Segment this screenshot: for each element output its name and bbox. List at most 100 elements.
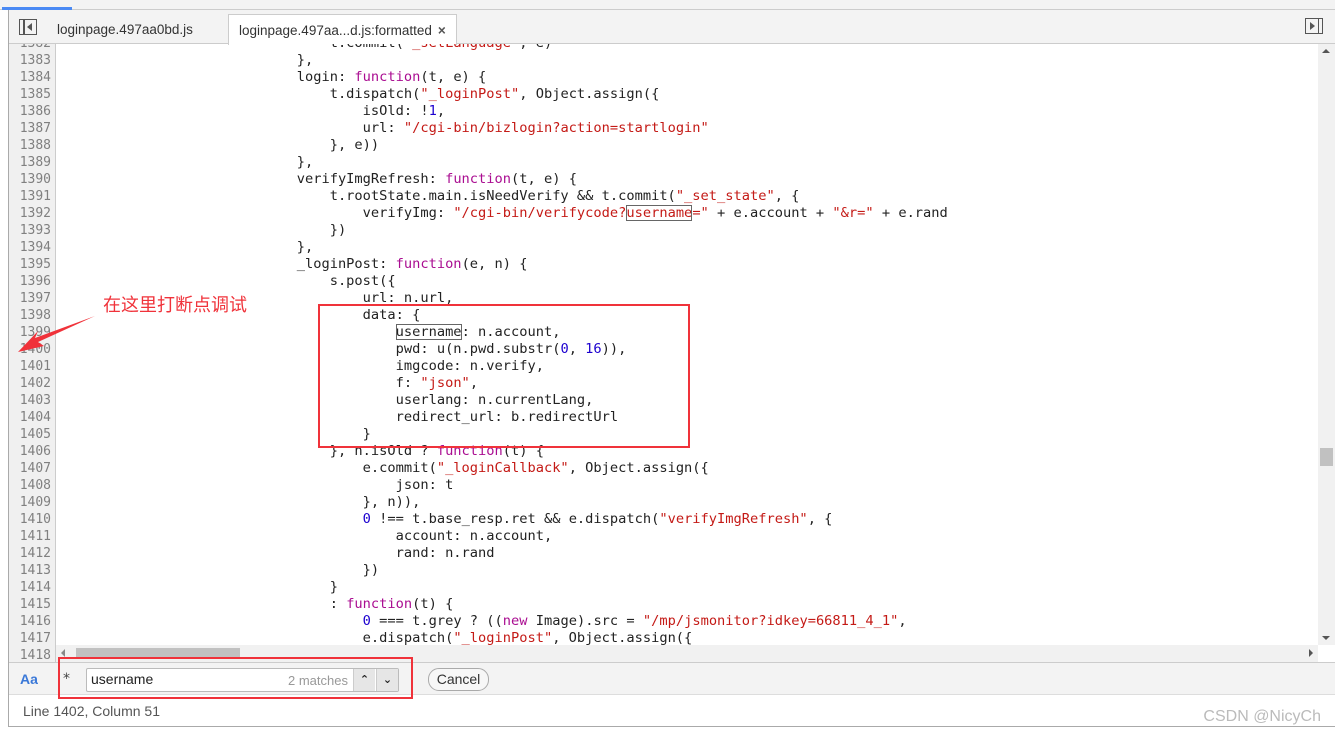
browser-top-strip	[0, 0, 1335, 10]
annotation-text: 在这里打断点调试	[103, 295, 247, 316]
code-line: 1413 })	[9, 562, 1335, 579]
code-token: e.commit(	[66, 460, 437, 476]
code-text: t.dispatch("_loginPost", Object.assign({	[56, 86, 660, 103]
line-number[interactable]: 1416	[9, 613, 56, 630]
code-line: 1411 account: n.account,	[9, 528, 1335, 545]
code-line: 1391 t.rootState.main.isNeedVerify && t.…	[9, 188, 1335, 205]
close-tab-icon[interactable]: ×	[438, 23, 446, 38]
code-token: ="	[692, 205, 709, 221]
code-token: })	[66, 562, 380, 578]
search-match: username	[626, 205, 693, 221]
line-number[interactable]: 1408	[9, 477, 56, 494]
code-token: (e, n) {	[461, 256, 528, 272]
line-number[interactable]: 1410	[9, 511, 56, 528]
code-text: url: "/cgi-bin/bizlogin?action=startlogi…	[56, 120, 709, 137]
code-line: 1384 login: function(t, e) {	[9, 69, 1335, 86]
scroll-up-icon[interactable]	[1322, 49, 1330, 53]
line-number[interactable]: 1415	[9, 596, 56, 613]
editor-tab-bar: loginpage.497aa0bd.js loginpage.497aa...…	[9, 10, 1335, 45]
code-text: }	[56, 579, 338, 596]
code-token: "/cgi-bin/verifycode?	[453, 205, 627, 221]
annotation-highlight-box	[318, 304, 690, 448]
scroll-thumb[interactable]	[1320, 448, 1333, 466]
code-token: + e.rand	[873, 205, 948, 221]
line-number[interactable]: 1407	[9, 460, 56, 477]
code-line: 1407 e.commit("_loginCallback", Object.a…	[9, 460, 1335, 477]
code-token: new	[502, 613, 528, 629]
code-token: function	[346, 596, 413, 612]
code-token: "_loginPost"	[453, 630, 553, 646]
line-number[interactable]: 1414	[9, 579, 56, 596]
code-token: , Object.assign({	[552, 630, 693, 646]
code-text: json: t	[56, 477, 454, 494]
code-line: 1415 : function(t) {	[9, 596, 1335, 613]
code-token: , {	[807, 511, 833, 527]
code-token: 1	[428, 103, 437, 119]
line-number[interactable]: 1406	[9, 443, 56, 460]
line-number[interactable]: 1409	[9, 494, 56, 511]
code-text: rand: n.rand	[56, 545, 495, 562]
code-token: account: n.account,	[66, 528, 553, 544]
code-token: , Object.assign({	[519, 86, 660, 102]
code-line: 1387 url: "/cgi-bin/bizlogin?action=star…	[9, 120, 1335, 137]
toggle-debugger-icon[interactable]	[1305, 18, 1323, 34]
code-text: login: function(t, e) {	[56, 69, 487, 86]
line-number[interactable]: 1405	[9, 426, 56, 443]
code-token: "_loginPost"	[420, 86, 520, 102]
line-number[interactable]: 1411	[9, 528, 56, 545]
code-token: }, n)),	[66, 494, 421, 510]
code-line: 1383 },	[9, 52, 1335, 69]
code-line: 1388 }, e))	[9, 137, 1335, 154]
line-number[interactable]: 1412	[9, 545, 56, 562]
code-token: t.rootState.main.isNeedVerify && t.commi…	[66, 188, 676, 204]
code-token: function	[395, 256, 462, 272]
code-token: }	[66, 579, 338, 595]
code-text: e.commit("_loginCallback", Object.assign…	[56, 460, 709, 477]
cancel-button[interactable]: Cancel	[428, 668, 489, 691]
code-token: , {	[774, 188, 800, 204]
line-number[interactable]: 1402	[9, 375, 56, 392]
line-number[interactable]: 1413	[9, 562, 56, 579]
code-line: 1390 verifyImgRefresh: function(t, e) {	[9, 171, 1335, 188]
code-token: "&r="	[832, 205, 874, 221]
code-token: function	[445, 171, 512, 187]
code-line: 1414 }	[9, 579, 1335, 596]
code-token: !== t.base_resp.ret && e.dispatch(	[370, 511, 660, 527]
code-text: t.commit("_setLanguage", e)	[56, 44, 553, 52]
code-token: json: t	[66, 477, 454, 493]
code-token: e.dispatch(	[66, 630, 454, 646]
code-text: : function(t) {	[56, 596, 454, 613]
code-line: 1382 t.commit("_setLanguage", e)	[9, 44, 1335, 52]
match-case-toggle[interactable]: Aa	[20, 671, 38, 687]
code-text: })	[56, 562, 380, 579]
code-token: (t, e) {	[420, 69, 487, 85]
code-token: ,	[436, 103, 446, 119]
code-token: "_set_state"	[675, 188, 775, 204]
code-token: ,	[898, 613, 907, 629]
code-line: 1385 t.dispatch("_loginPost", Object.ass…	[9, 86, 1335, 103]
line-number[interactable]: 1418	[9, 647, 56, 662]
search-highlight-box	[58, 657, 413, 699]
annotation-arrow-icon	[18, 316, 95, 352]
code-token: , e)	[519, 44, 552, 51]
code-token: + e.account +	[708, 205, 833, 221]
code-token: verifyImg:	[66, 205, 454, 221]
code-line: 1395 _loginPost: function(e, n) {	[9, 256, 1335, 273]
code-text: verifyImg: "/cgi-bin/verifycode?username…	[56, 205, 948, 222]
code-line: 1396 s.post({	[9, 273, 1335, 290]
tab-label: loginpage.497aa...d.js:formatted	[239, 23, 432, 38]
scroll-left-icon[interactable]	[61, 649, 65, 657]
code-token: , Object.assign({	[568, 460, 709, 476]
line-number[interactable]: 1417	[9, 630, 56, 647]
vertical-scrollbar[interactable]	[1318, 44, 1335, 645]
code-text: _loginPost: function(e, n) {	[56, 256, 528, 273]
tab-loginpage-formatted[interactable]: loginpage.497aa...d.js:formatted ×	[228, 14, 457, 45]
scroll-right-icon[interactable]	[1309, 649, 1313, 657]
code-text: account: n.account,	[56, 528, 553, 545]
line-number[interactable]: 1403	[9, 392, 56, 409]
line-number[interactable]: 1404	[9, 409, 56, 426]
code-line: 1410 0 !== t.base_resp.ret && e.dispatch…	[9, 511, 1335, 528]
code-line: 1409 }, n)),	[9, 494, 1335, 511]
scroll-down-icon[interactable]	[1322, 636, 1330, 640]
